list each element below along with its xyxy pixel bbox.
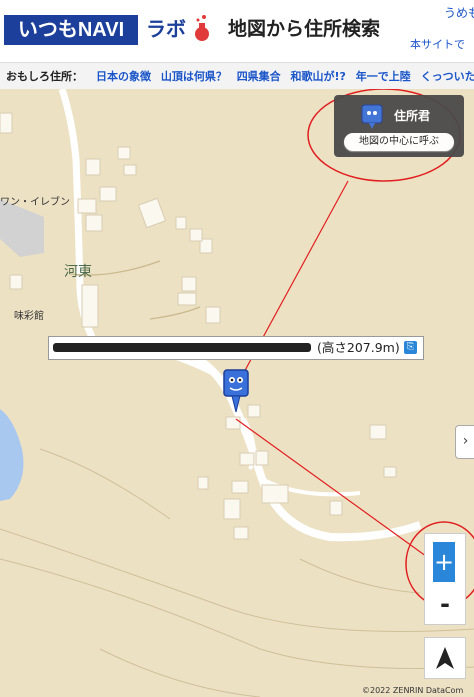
topic-link[interactable]: 四県集合 [237,70,281,83]
topic-link[interactable]: くっついた [421,70,474,83]
header-link-main-site[interactable]: 本サイトで [410,36,465,52]
topic-bar-label: おもしろ住所： [6,70,83,83]
mascot-name: 住所君 [394,109,431,123]
header-link-umekita[interactable]: うめもI [444,4,474,21]
north-button[interactable] [424,637,466,679]
zoom-in-button[interactable]: + [433,542,455,582]
map-label-place: 河東 [64,264,92,280]
mascot-widget: 住所君 地図の中心に呼ぶ [334,95,464,157]
water-area [0,409,24,501]
zoom-control: + - [424,533,466,625]
map-label-restaurant: 味彩館 [14,311,44,322]
flask-icon [195,15,209,41]
copy-icon[interactable]: ⎘ [404,341,417,354]
page-title: 地図から住所検索 [228,18,381,40]
topic-link[interactable]: 和歌山が!? [291,70,346,83]
mascot-icon [361,104,383,129]
topic-link[interactable]: 年一で上陸 [356,70,411,83]
site-logo[interactable]: いつもNAVI [4,15,138,45]
labo-label[interactable]: ラボ [146,14,186,44]
app-header: いつもNAVI ラボ 地図から住所検索 うめもI 本サイトで [0,0,474,62]
side-panel-toggle[interactable]: › [455,425,474,459]
elevation-text: (高さ207.9m) [317,340,400,355]
topic-links: 日本の象徴 山頂は何県？ 四県集合 和歌山が!? 年一で上陸 くっついた [96,68,474,84]
north-arrow-icon [436,647,454,669]
topic-link[interactable]: 山頂は何県？ [161,70,227,83]
topic-bar: おもしろ住所： 日本の象徴 山頂は何県？ 四県集合 和歌山が!? 年一で上陸 く… [0,62,474,90]
address-info-box: (高さ207.9m) ⎘ [48,336,424,360]
call-to-center-button[interactable]: 地図の中心に呼ぶ [344,133,454,151]
map-label-store: ワン・イレブン [0,197,70,208]
map-canvas[interactable]: ワン・イレブン 河東 味彩館 住所君 地図の中心に呼ぶ (高さ207.9m) ⎘… [0,89,474,697]
mascot-marker-icon[interactable] [218,368,254,416]
building-footprints [0,112,397,540]
map-copyright: ©2022 ZENRIN DataCom [362,686,464,695]
redacted-address [53,343,311,352]
zoom-out-button[interactable]: - [425,590,465,620]
topic-link[interactable]: 日本の象徴 [96,70,151,83]
